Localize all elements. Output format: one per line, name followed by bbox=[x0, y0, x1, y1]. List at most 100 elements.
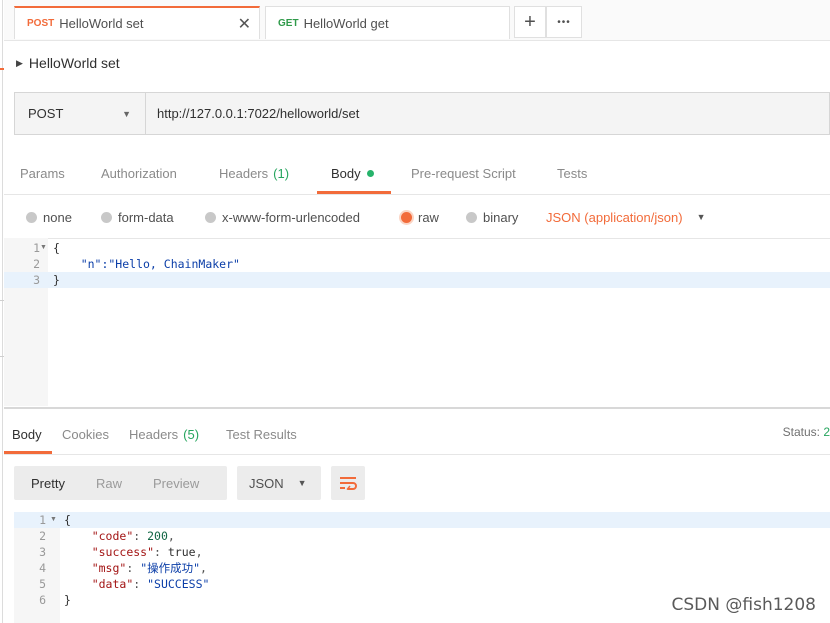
request-name[interactable]: ▶ HelloWorld set bbox=[16, 50, 120, 76]
body-type-none[interactable]: none bbox=[26, 196, 72, 238]
tab-headers[interactable]: Headers (1) bbox=[219, 152, 289, 194]
active-tab-underline bbox=[317, 191, 391, 194]
status-value: 2 bbox=[823, 425, 830, 439]
format-value: JSON bbox=[249, 475, 284, 491]
radio-icon bbox=[466, 211, 477, 223]
line-number: 5 bbox=[39, 577, 46, 591]
fold-arrow-icon[interactable]: ▼ bbox=[40, 244, 47, 251]
tab-tests[interactable]: Tests bbox=[557, 152, 587, 194]
url-input[interactable]: http://127.0.0.1:7022/helloworld/set bbox=[146, 92, 830, 135]
radio-selected-icon bbox=[401, 211, 412, 223]
url-value: http://127.0.0.1:7022/helloworld/set bbox=[157, 106, 360, 121]
tab-authorization[interactable]: Authorization bbox=[101, 152, 177, 194]
content-type-select[interactable]: JSON (application/json) ▼ bbox=[546, 196, 705, 238]
tab-label: Headers bbox=[219, 165, 269, 181]
tab-label: Body bbox=[12, 426, 42, 442]
tab-title: HelloWorld get bbox=[303, 15, 389, 31]
radio-icon bbox=[101, 211, 112, 223]
line-numbers: 1 2 3 4 5 6 bbox=[14, 512, 46, 608]
response-view-modes: Pretty Raw Preview bbox=[14, 466, 227, 500]
tab-response-body[interactable]: Body bbox=[12, 414, 42, 454]
headers-count: (5) bbox=[183, 426, 200, 442]
tab-test-results[interactable]: Test Results bbox=[226, 414, 297, 454]
pane-divider[interactable] bbox=[4, 407, 830, 409]
radio-label: raw bbox=[418, 209, 439, 225]
code-line: "data": "SUCCESS" bbox=[91, 577, 210, 591]
line-number: 1 bbox=[39, 513, 46, 527]
body-type-form-data[interactable]: form-data bbox=[101, 196, 174, 238]
tab-label: Test Results bbox=[226, 426, 297, 442]
tab-title: HelloWorld set bbox=[59, 16, 144, 31]
code-line: "code": 200, bbox=[91, 529, 175, 543]
response-body-code: { "code": 200, "success": true, "msg": "… bbox=[64, 512, 209, 608]
close-icon[interactable]: ✕ bbox=[238, 14, 251, 34]
tab-method: GET bbox=[278, 17, 299, 29]
mode-pretty[interactable]: Pretty bbox=[31, 476, 65, 491]
tab-body[interactable]: Body bbox=[331, 152, 374, 194]
tab-method: POST bbox=[27, 18, 55, 29]
body-indicator-dot bbox=[366, 169, 374, 177]
code-line: "msg": "操作成功", bbox=[91, 561, 207, 575]
code-line: { bbox=[64, 513, 71, 527]
code-line: "success": true, bbox=[91, 545, 203, 559]
method-select[interactable]: POST ▼ bbox=[14, 92, 146, 135]
body-type-raw[interactable]: raw bbox=[401, 196, 439, 238]
fold-arrow-icon[interactable]: ▼ bbox=[50, 516, 57, 523]
tab-label: Pre-request Script bbox=[411, 165, 516, 181]
tab-cookies[interactable]: Cookies bbox=[62, 414, 109, 454]
tab-helloworld-get[interactable]: GET HelloWorld get bbox=[265, 6, 510, 39]
wrap-lines-button[interactable] bbox=[331, 466, 365, 500]
body-type-urlencoded[interactable]: x-www-form-urlencoded bbox=[205, 196, 360, 238]
code-line: "n":"Hello, ChainMaker" bbox=[53, 257, 240, 271]
mode-raw[interactable]: Raw bbox=[96, 476, 122, 491]
code-line: } bbox=[53, 273, 60, 287]
tab-label: Cookies bbox=[62, 426, 109, 442]
line-number: 2 bbox=[39, 529, 46, 543]
response-tabs bbox=[4, 414, 830, 455]
radio-label: none bbox=[43, 209, 72, 225]
status-label: Status: bbox=[782, 425, 820, 439]
tab-label: Params bbox=[20, 165, 65, 181]
radio-label: binary bbox=[483, 209, 519, 225]
code-line: { bbox=[53, 241, 60, 255]
line-number: 2 bbox=[33, 257, 40, 271]
tab-label: Body bbox=[331, 165, 361, 181]
tab-label: Headers bbox=[129, 426, 179, 442]
more-tabs-button[interactable]: ••• bbox=[546, 6, 582, 38]
status-readout: Status: 2 bbox=[783, 425, 830, 439]
line-number: 6 bbox=[39, 593, 46, 607]
line-numbers: 1 2 3 bbox=[4, 240, 40, 288]
new-tab-button[interactable]: + bbox=[514, 6, 546, 38]
tab-label: Tests bbox=[557, 165, 588, 181]
dropdown-arrow-icon: ▼ bbox=[696, 212, 706, 222]
active-request-marker bbox=[0, 68, 4, 70]
tab-label: Authorization bbox=[101, 165, 177, 181]
method-value: POST bbox=[28, 106, 64, 121]
chevron-right-icon[interactable]: ▶ bbox=[16, 58, 23, 69]
tab-pre-request-script[interactable]: Pre-request Script bbox=[411, 152, 516, 194]
dropdown-arrow-icon: ▼ bbox=[122, 108, 131, 119]
body-type-binary[interactable]: binary bbox=[466, 196, 518, 238]
active-tab-underline bbox=[4, 451, 52, 454]
mode-preview[interactable]: Preview bbox=[153, 476, 199, 491]
request-name-label: HelloWorld set bbox=[28, 55, 120, 71]
radio-icon bbox=[205, 211, 216, 223]
response-format-select[interactable]: JSON ▼ bbox=[237, 466, 321, 500]
watermark: CSDN @fish1208 bbox=[671, 595, 816, 615]
wrap-lines-icon bbox=[340, 477, 357, 490]
headers-count: (1) bbox=[273, 165, 290, 181]
request-body-code: { "n":"Hello, ChainMaker" } bbox=[53, 240, 240, 288]
line-number: 3 bbox=[39, 545, 46, 559]
code-line: } bbox=[64, 593, 71, 607]
tab-helloworld-set[interactable]: POST HelloWorld set ✕ bbox=[14, 6, 260, 39]
line-number: 1 bbox=[33, 241, 40, 255]
radio-label: x-www-form-urlencoded bbox=[222, 209, 360, 225]
line-number: 3 bbox=[33, 273, 40, 287]
window-edge bbox=[2, 0, 3, 623]
radio-icon bbox=[26, 211, 37, 223]
tab-response-headers[interactable]: Headers (5) bbox=[129, 414, 199, 454]
radio-label: form-data bbox=[118, 209, 174, 225]
tab-params[interactable]: Params bbox=[20, 152, 65, 194]
content-type-value: JSON (application/json) bbox=[546, 209, 683, 225]
dropdown-arrow-icon: ▼ bbox=[297, 478, 307, 488]
